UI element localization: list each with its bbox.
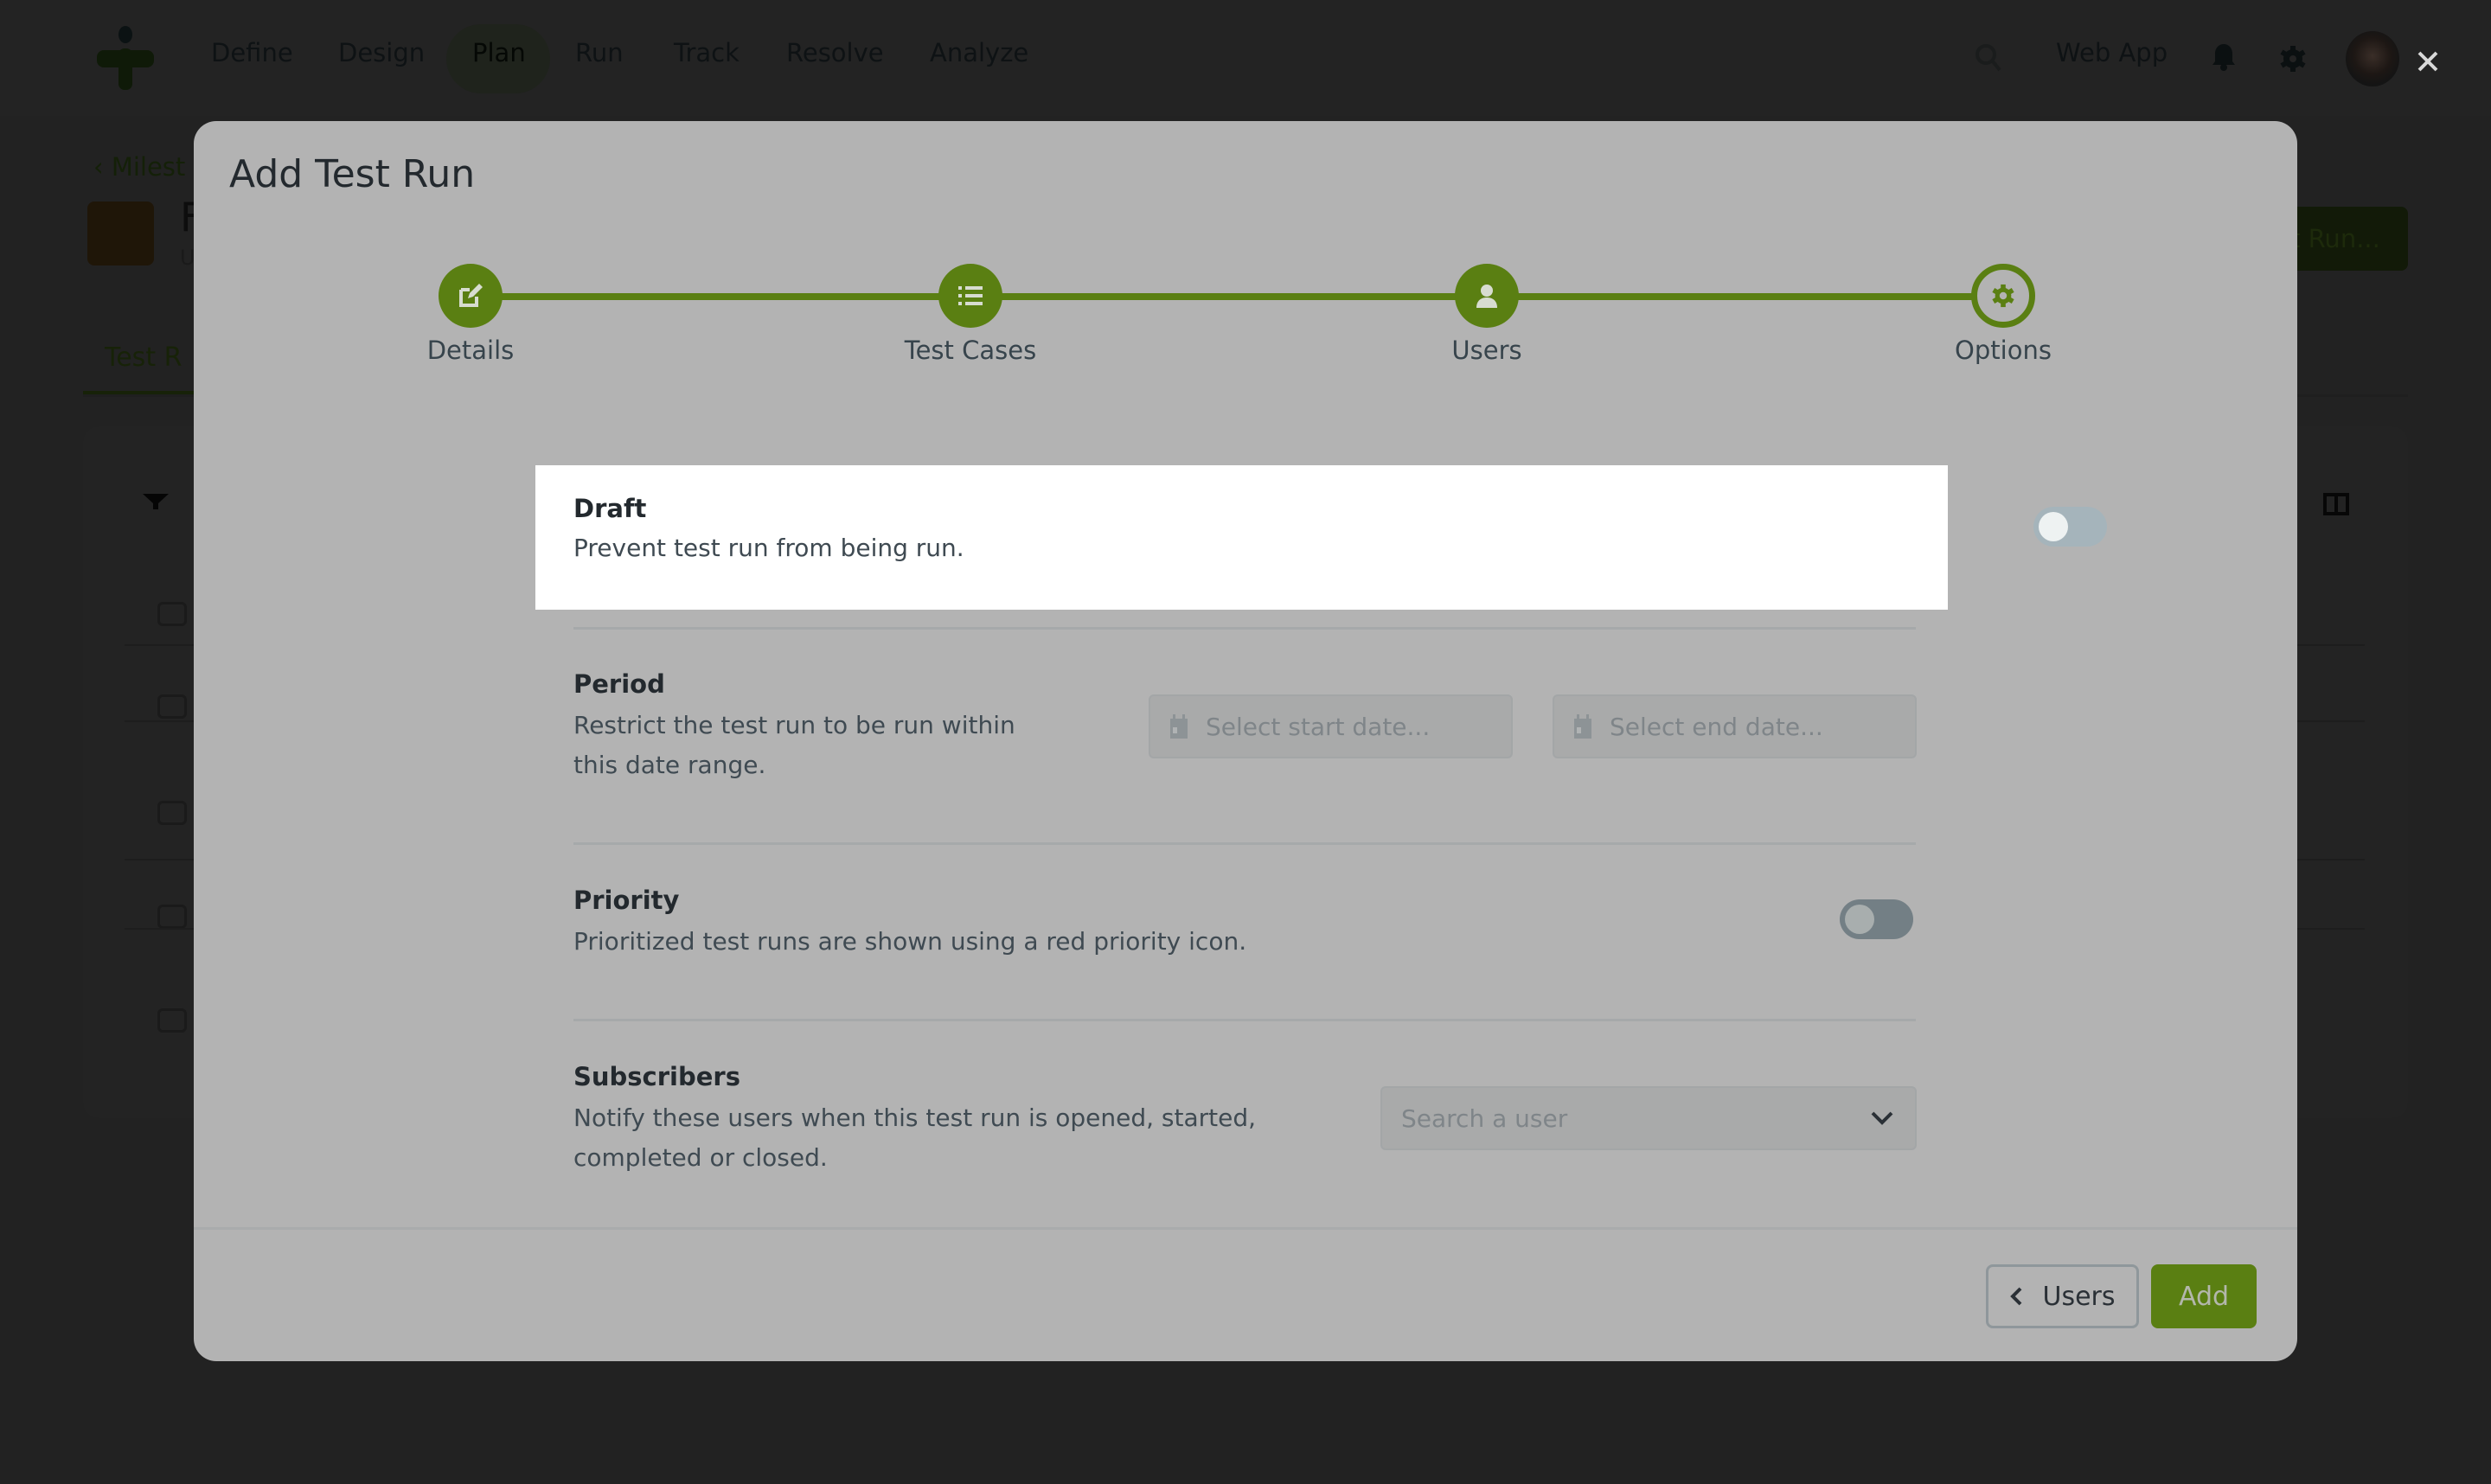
period-description-line1: Restrict the test run to be run within: [573, 711, 1015, 739]
stepper-line: [471, 293, 2003, 300]
subscribers-description-line2: completed or closed.: [573, 1143, 828, 1172]
add-button[interactable]: Add: [2151, 1264, 2257, 1328]
footer-divider: [194, 1227, 2297, 1230]
bg-page-subtitle: U: [180, 246, 195, 270]
draft-title: Draft: [573, 494, 647, 523]
user-avatar[interactable]: [2346, 31, 2399, 86]
columns-icon[interactable]: [2323, 493, 2349, 515]
subscribers-select[interactable]: Search a user: [1380, 1086, 1917, 1150]
back-users-button[interactable]: Users: [1986, 1264, 2139, 1328]
priority-description: Prioritized test runs are shown using a …: [573, 927, 1247, 956]
breadcrumb[interactable]: ‹ Milest: [93, 152, 185, 182]
nav-analyze[interactable]: Analyze: [930, 38, 1028, 67]
close-icon[interactable]: [2417, 50, 2439, 73]
project-name[interactable]: Web App: [2056, 38, 2168, 67]
draft-option: Draft Prevent test run from being run.: [535, 465, 2107, 610]
logo-icon[interactable]: [93, 26, 157, 90]
gear-icon: [1992, 284, 2014, 308]
filter-icon[interactable]: [142, 493, 170, 510]
back-users-label: Users: [2042, 1281, 2116, 1312]
edit-icon: [459, 284, 483, 307]
chevron-left-icon: [2010, 1287, 2022, 1306]
draft-toggle[interactable]: [2033, 507, 2107, 547]
user-icon: [1476, 285, 1497, 308]
step-test-cases[interactable]: [938, 264, 1002, 328]
end-date-input[interactable]: Select end date...: [1553, 694, 1917, 758]
calendar-icon: [1170, 714, 1188, 739]
row-checkbox[interactable]: [157, 602, 187, 626]
bg-tab-test-runs[interactable]: Test R: [105, 342, 182, 373]
start-date-placeholder: Select start date...: [1206, 712, 1431, 741]
nav-define[interactable]: Define: [211, 38, 293, 67]
priority-toggle[interactable]: [1840, 899, 1913, 939]
period-description-line2: this date range.: [573, 751, 766, 779]
nav-resolve[interactable]: Resolve: [786, 38, 884, 67]
step-users[interactable]: [1455, 264, 1519, 328]
section-divider: [573, 1019, 1916, 1021]
subscribers-placeholder: Search a user: [1401, 1103, 1568, 1133]
add-test-run-modal: Add Test Run Details Test Cases Users Op…: [194, 121, 2297, 1361]
step-details[interactable]: [439, 264, 503, 328]
milestone-icon: [87, 201, 154, 265]
row-checkbox[interactable]: [157, 801, 187, 825]
top-navbar: Define Design Plan Run Track Resolve Ana…: [0, 0, 2491, 116]
subscribers-title: Subscribers: [573, 1062, 740, 1091]
search-icon[interactable]: [1975, 43, 2002, 73]
nav-plan[interactable]: Plan: [472, 38, 526, 67]
nav-track[interactable]: Track: [674, 38, 740, 67]
row-checkbox[interactable]: [157, 694, 187, 719]
bg-add-test-run-button[interactable]: t Run...: [2287, 207, 2408, 271]
period-title: Period: [573, 669, 665, 699]
list-icon: [958, 286, 983, 305]
priority-title: Priority: [573, 886, 680, 915]
step-label-details: Details: [426, 336, 515, 365]
calendar-icon: [1574, 714, 1591, 739]
gear-icon[interactable]: [2280, 45, 2306, 73]
breadcrumb-label: Milest: [111, 152, 186, 182]
modal-title: Add Test Run: [229, 152, 476, 196]
step-options[interactable]: [1971, 264, 2035, 328]
bell-icon[interactable]: [2212, 43, 2236, 71]
section-divider: [573, 842, 1916, 845]
section-divider: [573, 627, 1916, 630]
chevron-down-icon: [1871, 1111, 1893, 1125]
nav-run[interactable]: Run: [575, 38, 624, 67]
row-checkbox[interactable]: [157, 1008, 187, 1033]
step-label-test-cases: Test Cases: [904, 336, 1037, 365]
step-label-users: Users: [1451, 336, 1522, 365]
nav-design[interactable]: Design: [338, 38, 425, 67]
draft-description: Prevent test run from being run.: [573, 534, 964, 562]
start-date-input[interactable]: Select start date...: [1149, 694, 1513, 758]
subscribers-description-line1: Notify these users when this test run is…: [573, 1103, 1257, 1132]
step-label-options: Options: [1955, 336, 2052, 365]
end-date-placeholder: Select end date...: [1610, 712, 1823, 741]
row-checkbox[interactable]: [157, 905, 187, 929]
